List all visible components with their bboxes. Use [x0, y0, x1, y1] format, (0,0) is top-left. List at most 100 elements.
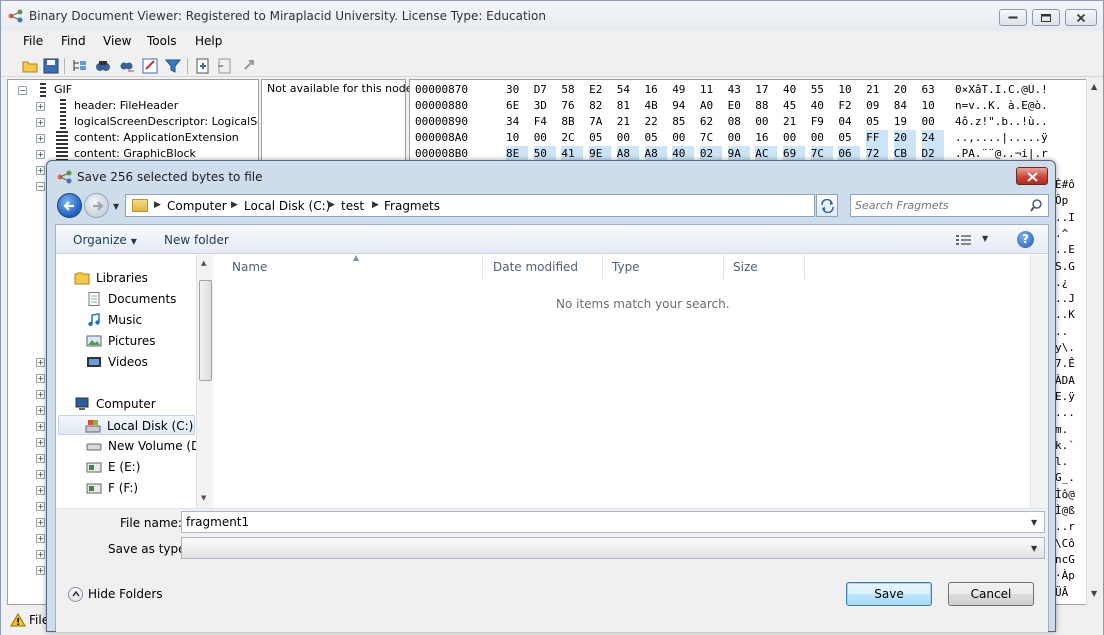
hex-byte[interactable]: 16	[755, 130, 777, 146]
hex-row[interactable]: 00000880 6E 3D 76 82 81 4B 94 A0 E0 88 45 40 F2 09 84 10…	[410, 98, 1090, 114]
nav-local-disk-c[interactable]: Local Disk (C:)	[58, 415, 195, 435]
chevron-down-icon[interactable]: ▼	[982, 234, 988, 243]
hex-byte[interactable]: 00	[811, 130, 833, 146]
column-type[interactable]: Type	[612, 260, 640, 274]
expand-icon[interactable]: +	[36, 118, 45, 127]
hex-byte[interactable]: 00	[728, 130, 750, 146]
search-icon[interactable]	[1030, 199, 1042, 212]
hex-byte[interactable]: 40	[783, 82, 805, 98]
back-button[interactable]	[57, 193, 82, 218]
close-button[interactable]	[1065, 9, 1097, 26]
column-divider[interactable]	[482, 255, 483, 279]
hex-byte[interactable]: 88	[755, 98, 777, 114]
export-icon[interactable]	[194, 57, 212, 75]
column-divider[interactable]	[804, 255, 805, 279]
hex-byte[interactable]: 17	[755, 82, 777, 98]
chevron-right-icon[interactable]: ▶	[154, 200, 161, 210]
hex-byte[interactable]: 00	[617, 130, 639, 146]
column-date-modified[interactable]: Date modified	[493, 260, 578, 274]
menu-help[interactable]: Help	[195, 34, 222, 48]
hex-byte[interactable]: 00	[755, 114, 777, 130]
hex-byte[interactable]: 09	[866, 98, 888, 114]
hex-byte[interactable]: 54	[617, 82, 639, 98]
menu-tools[interactable]: Tools	[147, 34, 177, 48]
dialog-close-button[interactable]	[1016, 167, 1048, 185]
split-icon[interactable]	[216, 57, 234, 75]
hex-byte[interactable]: 63	[922, 82, 944, 98]
hex-byte[interactable]: 05	[866, 114, 888, 130]
filter-icon[interactable]	[164, 57, 182, 75]
expand-icon[interactable]: +	[36, 358, 45, 367]
expand-icon[interactable]: +	[36, 534, 45, 543]
hex-byte[interactable]: 21	[783, 114, 805, 130]
hex-byte[interactable]: 19	[894, 114, 916, 130]
file-name-field[interactable]: ▼	[181, 511, 1045, 533]
hex-byte[interactable]: 62	[700, 114, 722, 130]
refresh-button[interactable]	[816, 194, 838, 217]
expand-icon[interactable]: +	[36, 470, 45, 479]
expand-icon[interactable]: +	[36, 422, 45, 431]
hex-byte[interactable]: F4	[534, 114, 556, 130]
file-list-scrollbar[interactable]	[1030, 255, 1048, 508]
hex-byte[interactable]: 85	[672, 114, 694, 130]
expand-icon[interactable]: +	[36, 374, 45, 383]
menu-file[interactable]: File	[23, 34, 43, 48]
hex-byte[interactable]: 10	[838, 82, 860, 98]
chevron-down-icon[interactable]: ▼	[1031, 544, 1037, 553]
hex-byte[interactable]: FF	[866, 130, 889, 146]
search-box[interactable]	[850, 194, 1049, 217]
cancel-button[interactable]: Cancel	[948, 582, 1034, 606]
scroll-down-icon[interactable]: ▼	[201, 494, 206, 502]
hex-scrollbar[interactable]: ▲ ▼	[1086, 79, 1103, 605]
maximize-button[interactable]	[1032, 9, 1060, 26]
collapse-icon[interactable]: −	[36, 182, 45, 191]
column-name[interactable]: Name	[232, 260, 267, 274]
hex-byte[interactable]: D7	[534, 82, 556, 98]
hex-byte[interactable]: 00	[922, 114, 944, 130]
hex-byte[interactable]: 45	[783, 98, 805, 114]
scroll-down-icon[interactable]: ▼	[1091, 589, 1097, 598]
expand-icon[interactable]: +	[36, 486, 45, 495]
expand-icon[interactable]: +	[36, 438, 45, 447]
hex-byte[interactable]: 10	[922, 98, 944, 114]
scroll-up-icon[interactable]: ▲	[201, 259, 206, 267]
hex-byte[interactable]: 00	[783, 130, 805, 146]
minimize-button[interactable]	[999, 9, 1027, 26]
hex-byte[interactable]: 21	[617, 114, 639, 130]
hex-byte[interactable]: 00	[672, 130, 694, 146]
goto-icon[interactable]	[141, 57, 159, 75]
file-name-input[interactable]	[186, 515, 1026, 529]
chevron-right-icon[interactable]: ▶	[372, 200, 379, 210]
expand-icon[interactable]: +	[36, 166, 45, 175]
breadcrumb-local-disk[interactable]: Local Disk (C:)	[244, 199, 330, 213]
expand-icon[interactable]: +	[36, 150, 45, 159]
save-button[interactable]: Save	[846, 582, 932, 606]
tree-view-icon[interactable]	[71, 57, 89, 75]
hex-byte[interactable]: 22	[645, 114, 667, 130]
hex-byte[interactable]: 40	[811, 98, 833, 114]
chevron-down-icon[interactable]: ▼	[1031, 518, 1037, 527]
hex-byte[interactable]: F9	[811, 114, 833, 130]
hex-byte[interactable]: 05	[838, 130, 860, 146]
hex-byte[interactable]: 94	[672, 98, 694, 114]
open-icon[interactable]	[21, 57, 39, 75]
expand-icon[interactable]: +	[36, 518, 45, 527]
hex-byte[interactable]: 82	[589, 98, 611, 114]
hex-byte[interactable]: 3D	[534, 98, 556, 114]
hex-byte[interactable]: 49	[672, 82, 694, 98]
organize-button[interactable]: Organize ▼	[73, 233, 137, 247]
forward-button[interactable]	[84, 193, 109, 218]
column-size[interactable]: Size	[733, 260, 758, 274]
hex-byte[interactable]: 16	[645, 82, 667, 98]
scroll-up-icon[interactable]: ▲	[1091, 82, 1097, 91]
hex-byte[interactable]: 81	[617, 98, 639, 114]
expand-icon[interactable]: +	[36, 550, 45, 559]
chevron-right-icon[interactable]: ▶	[231, 200, 238, 210]
hex-row[interactable]: 00000870 30 D7 58 E2 54 16 49 11 43 17 40 55 10 21 20 63…	[410, 82, 1090, 98]
hex-byte[interactable]: 4B	[645, 98, 667, 114]
hex-byte[interactable]: 00	[534, 130, 556, 146]
hex-byte[interactable]: 20	[894, 82, 916, 98]
scroll-thumb[interactable]	[199, 280, 212, 381]
hex-byte[interactable]: E2	[589, 82, 611, 98]
save-as-type-select[interactable]: ▼	[181, 537, 1045, 559]
